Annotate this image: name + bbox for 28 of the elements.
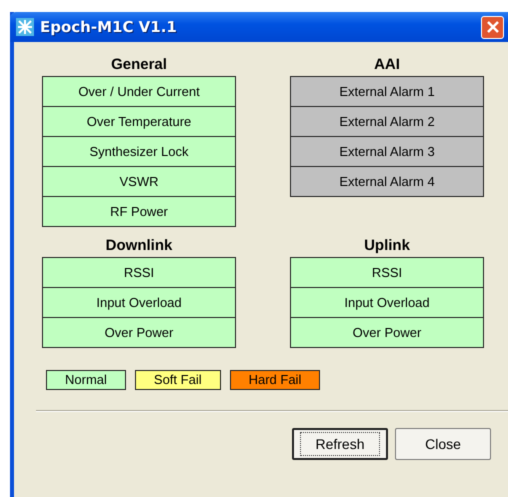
status-indicator: Input Overload bbox=[291, 287, 483, 317]
status-indicator: VSWR bbox=[43, 166, 235, 196]
status-indicator: RF Power bbox=[43, 196, 235, 226]
status-indicator: Over Power bbox=[291, 317, 483, 347]
status-indicator: External Alarm 4 bbox=[291, 166, 483, 196]
status-indicator: External Alarm 1 bbox=[291, 77, 483, 106]
group-heading: General bbox=[110, 56, 168, 75]
legend-item: Soft Fail bbox=[134, 370, 221, 390]
legend-item: Hard Fail bbox=[230, 370, 320, 390]
status-indicator: Synthesizer Lock bbox=[43, 136, 235, 166]
status-indicator: RSSI bbox=[43, 258, 235, 287]
snowflake-icon bbox=[16, 18, 34, 36]
dialog-button[interactable]: Refresh bbox=[292, 428, 388, 460]
close-button[interactable] bbox=[481, 16, 504, 38]
status-indicator: Input Overload bbox=[43, 287, 235, 317]
window-title: Epoch-M1C V1.1 bbox=[40, 18, 177, 36]
legend-item: Normal bbox=[46, 370, 126, 390]
status-indicator: External Alarm 3 bbox=[291, 136, 483, 166]
group-heading: Uplink bbox=[363, 237, 411, 256]
status-indicator: RSSI bbox=[291, 258, 483, 287]
status-indicator: External Alarm 2 bbox=[291, 106, 483, 136]
close-icon bbox=[484, 19, 500, 35]
dialog-button[interactable]: Close bbox=[395, 428, 491, 460]
status-indicator: Over Temperature bbox=[43, 106, 235, 136]
group-heading: AAI bbox=[373, 56, 401, 75]
group-heading: Downlink bbox=[104, 237, 174, 256]
status-indicator: Over / Under Current bbox=[43, 77, 235, 106]
status-indicator: Over Power bbox=[43, 317, 235, 347]
